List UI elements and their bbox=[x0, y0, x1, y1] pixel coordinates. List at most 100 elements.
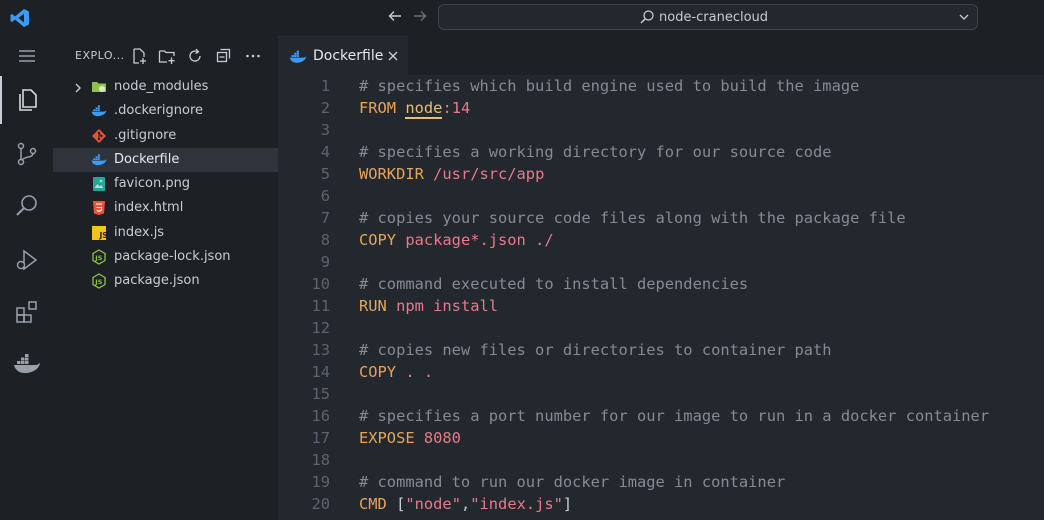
line-number: 16 bbox=[311, 407, 330, 425]
line-number: 4 bbox=[320, 143, 330, 161]
code-line[interactable] bbox=[359, 317, 989, 339]
code-line[interactable] bbox=[359, 119, 989, 141]
code-line[interactable]: COPY . . bbox=[359, 361, 989, 383]
source-control-icon bbox=[17, 142, 36, 166]
menu-button[interactable] bbox=[0, 36, 53, 76]
code-token: # copies your source code files along wi… bbox=[359, 209, 906, 227]
code-token: # specifies a port number for our image … bbox=[359, 407, 990, 425]
arrow-left-icon bbox=[388, 11, 401, 21]
code-line[interactable]: EXPOSE 8080 bbox=[359, 427, 989, 449]
explorer-item-label: .dockerignore bbox=[114, 103, 204, 119]
explorer-item-label: index.html bbox=[114, 200, 184, 216]
code-content[interactable]: # specifies which build engine used to b… bbox=[359, 75, 989, 520]
run-debug-view-button[interactable] bbox=[0, 236, 53, 284]
line-number: 13 bbox=[311, 341, 330, 359]
command-center-search[interactable]: node-cranecloud bbox=[438, 4, 978, 30]
code-line[interactable]: # command to run our docker image in con… bbox=[359, 471, 989, 493]
title-bar: node-cranecloud bbox=[0, 0, 1044, 36]
explorer-view-button[interactable] bbox=[0, 76, 53, 124]
search-icon bbox=[15, 195, 37, 216]
line-number: 21 bbox=[278, 515, 330, 520]
line-number-gutter: 123456789101112131415161718192021 bbox=[278, 75, 338, 520]
close-icon bbox=[388, 51, 398, 61]
code-token: 8080 bbox=[414, 429, 461, 447]
explorer-item-label: package.json bbox=[114, 273, 200, 289]
code-token: # specifies which build engine used to b… bbox=[359, 77, 860, 95]
code-line[interactable]: # specifies a port number for our image … bbox=[359, 405, 989, 427]
code-token: . . bbox=[396, 363, 434, 381]
explorer-item[interactable]: .gitignore bbox=[53, 124, 278, 148]
docker-view-button[interactable] bbox=[0, 340, 53, 388]
code-line[interactable] bbox=[359, 185, 989, 207]
explorer-item[interactable]: .dockerignore bbox=[53, 99, 278, 123]
new-folder-icon bbox=[158, 50, 175, 64]
activity-bar bbox=[0, 36, 53, 520]
new-file-button[interactable] bbox=[129, 46, 149, 66]
close-tab-button[interactable] bbox=[384, 47, 402, 65]
line-number: 12 bbox=[311, 319, 330, 337]
line-number: 2 bbox=[320, 99, 330, 117]
new-folder-button[interactable] bbox=[157, 46, 177, 66]
line-number: 20 bbox=[311, 495, 330, 513]
code-token: CMD bbox=[359, 495, 387, 513]
ellipsis-icon bbox=[246, 54, 260, 58]
explorer-item[interactable]: JS package-lock.json bbox=[53, 245, 278, 269]
code-line[interactable]: # copies your source code files along wi… bbox=[359, 207, 989, 229]
code-line[interactable] bbox=[359, 515, 989, 520]
code-token: FROM bbox=[359, 99, 397, 117]
editor-tab-bar: Dockerfile bbox=[278, 36, 1044, 75]
code-line[interactable]: CMD ["node","index.js"] bbox=[359, 493, 989, 515]
search-view-button[interactable] bbox=[0, 182, 53, 230]
files-icon bbox=[18, 89, 37, 111]
run-debug-icon bbox=[16, 249, 37, 271]
code-token: # command to run our docker image in con… bbox=[359, 473, 786, 491]
svg-text:JS: JS bbox=[94, 254, 102, 262]
code-line[interactable]: # command executed to install dependenci… bbox=[359, 273, 989, 295]
code-token: COPY bbox=[359, 231, 397, 249]
code-token: npm install bbox=[386, 297, 499, 315]
chevron-down-icon[interactable] bbox=[957, 9, 971, 23]
more-actions-button[interactable] bbox=[243, 46, 263, 66]
chevron-right-icon[interactable] bbox=[72, 80, 84, 94]
line-number: 17 bbox=[311, 429, 330, 447]
code-line[interactable] bbox=[359, 383, 989, 405]
docker-icon bbox=[91, 152, 107, 168]
code-line[interactable]: # copies new files or directories to con… bbox=[359, 339, 989, 361]
svg-text:JS: JS bbox=[94, 278, 102, 286]
collapse-folders-button[interactable] bbox=[214, 46, 234, 66]
explorer-item[interactable]: Dockerfile bbox=[53, 147, 278, 173]
forward-button[interactable] bbox=[410, 8, 430, 28]
line-number: 9 bbox=[320, 253, 330, 271]
extensions-view-button[interactable] bbox=[0, 288, 53, 336]
explorer-item[interactable]: JS package.json bbox=[53, 269, 278, 293]
tab-dockerfile[interactable]: Dockerfile bbox=[278, 36, 408, 75]
explorer-item-label: favicon.png bbox=[114, 176, 191, 192]
source-control-view-button[interactable] bbox=[0, 130, 53, 178]
new-file-icon bbox=[133, 48, 146, 64]
explorer-item[interactable]: favicon.png bbox=[53, 172, 278, 196]
code-line[interactable]: COPY package*.json ./ bbox=[359, 229, 989, 251]
explorer-item[interactable]: node_modules bbox=[53, 75, 278, 99]
line-number: 3 bbox=[320, 121, 330, 139]
explorer-item[interactable]: index.html bbox=[53, 196, 278, 220]
code-line[interactable] bbox=[359, 251, 989, 273]
code-line[interactable]: FROM node:14 bbox=[359, 97, 989, 119]
code-line[interactable]: # specifies a working directory for our … bbox=[359, 141, 989, 163]
code-line[interactable]: # specifies which build engine used to b… bbox=[359, 75, 989, 97]
workspace-name: node-cranecloud bbox=[659, 10, 769, 25]
vscode-logo-icon bbox=[10, 8, 30, 28]
code-line[interactable]: RUN npm install bbox=[359, 295, 989, 317]
code-line[interactable] bbox=[359, 449, 989, 471]
explorer-item-label: .gitignore bbox=[114, 127, 177, 143]
line-number: 1 bbox=[320, 77, 330, 95]
code-line[interactable]: WORKDIR /usr/src/app bbox=[359, 163, 989, 185]
line-number: 15 bbox=[311, 385, 330, 403]
code-token: /usr/src/app bbox=[423, 165, 545, 183]
code-token: :14 bbox=[442, 99, 471, 117]
refresh-explorer-button[interactable] bbox=[185, 46, 205, 66]
back-button[interactable] bbox=[385, 8, 405, 28]
explorer-item[interactable]: JS index.js bbox=[53, 221, 278, 245]
line-number: 10 bbox=[311, 275, 330, 293]
code-editor[interactable]: 123456789101112131415161718192021 # spec… bbox=[278, 75, 1044, 520]
code-token: # copies new files or directories to con… bbox=[359, 341, 832, 359]
